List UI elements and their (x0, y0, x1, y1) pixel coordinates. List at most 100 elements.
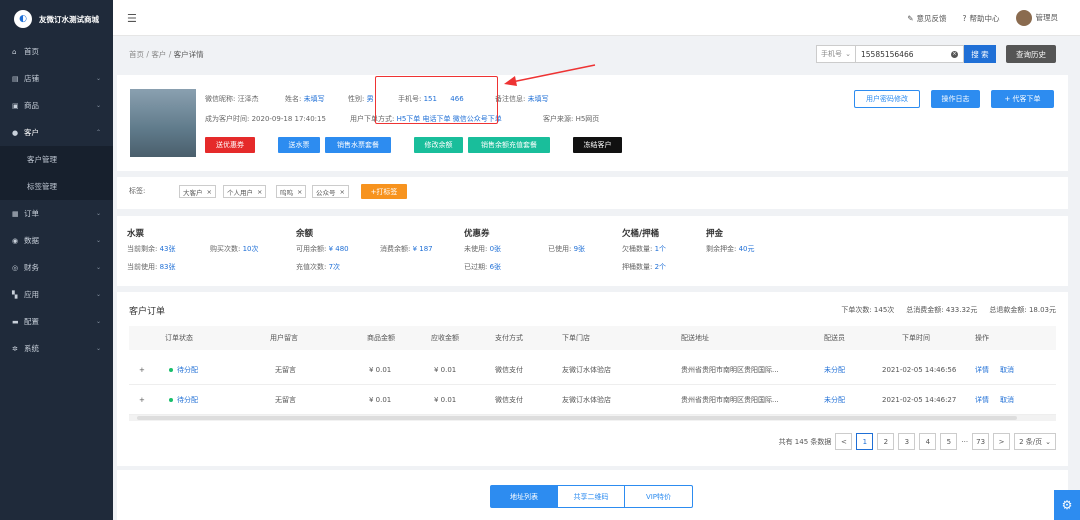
order-detail-link[interactable]: 详情 (975, 355, 989, 384)
breadcrumb: 首页 / 客户 / 客户详情 (129, 49, 204, 60)
sidebar-item-goods[interactable]: ▣ 商品 ⌄ (0, 92, 113, 119)
close-icon[interactable]: × (257, 188, 262, 196)
edit-password-button[interactable]: 用户密码修改 (854, 90, 920, 108)
settings-gear-icon[interactable]: ⚙ (1054, 490, 1080, 520)
sidebar-subitem-customer-manage[interactable]: 客户管理 (0, 146, 113, 173)
expand-icon[interactable]: + (139, 385, 145, 414)
chevron-down-icon: ⌄ (1045, 437, 1051, 446)
order-status: 待分配 (169, 385, 198, 414)
close-icon[interactable]: × (297, 188, 302, 196)
clear-icon[interactable]: × (951, 50, 958, 58)
close-icon[interactable]: × (340, 188, 345, 196)
search-button[interactable]: 搜 索 (964, 45, 996, 63)
sidebar-subitem-tag-manage[interactable]: 标签管理 (0, 173, 113, 200)
pager-last[interactable]: 73 (972, 433, 990, 450)
order-payment: 微信支付 (495, 395, 523, 404)
sidebar-item-label: 订单 (24, 209, 39, 218)
tab-share-qrcode[interactable]: 共享二维码 (558, 486, 625, 507)
breadcrumb-current: 客户详情 (173, 50, 204, 59)
give-coupon-button[interactable]: 送优惠券 (205, 137, 255, 153)
sidebar-item-apps[interactable]: ▚ 应用 ⌄ (0, 281, 113, 308)
sidebar-item-config[interactable]: ▬ 配置 ⌄ (0, 308, 113, 335)
sidebar-item-store[interactable]: ▤ 店铺 ⌄ (0, 65, 113, 92)
tags-label: 标签: (129, 187, 146, 195)
sidebar-item-label: 配置 (24, 317, 39, 326)
stats-card: 水票 当前剩余: 43张 购买次数: 10次 当前使用: 83张 余额 可用余额… (117, 216, 1068, 286)
sidebar-item-system[interactable]: ✲ 系统 ⌄ (0, 335, 113, 362)
balance-recharge: 充值次数: 7次 (296, 263, 341, 271)
breadcrumb-customer[interactable]: 客户 (151, 50, 166, 59)
tag-item[interactable]: 个人用户 × (223, 185, 267, 198)
highlight-box (375, 76, 498, 124)
order-courier[interactable]: 未分配 (824, 385, 845, 414)
breadcrumb-home[interactable]: 首页 (129, 50, 144, 59)
expand-icon[interactable]: + (139, 355, 145, 384)
give-ticket-button[interactable]: 送水票 (278, 137, 320, 153)
sidebar-item-home[interactable]: ⌂ 首页 (0, 38, 113, 65)
order-cancel-link[interactable]: 取消 (1000, 385, 1014, 414)
annotation-arrow (504, 64, 596, 86)
sell-balance-package-button[interactable]: 销售余额充值套餐 (468, 137, 550, 153)
config-icon: ▬ (12, 317, 19, 326)
user-menu[interactable]: 管理员 (1015, 10, 1058, 26)
sidebar-item-finance[interactable]: ◎ 财务 ⌄ (0, 254, 113, 281)
owe-count: 欠桶数量: 1个 (622, 245, 667, 253)
chevron-down-icon: ⌄ (95, 291, 101, 298)
order-cancel-link[interactable]: 取消 (1000, 355, 1014, 384)
search-input[interactable]: 15585156466 × (856, 45, 964, 63)
order-time: 2021-02-05 14:46:27 (882, 395, 957, 404)
help-link[interactable]: ? 帮助中心 (963, 13, 1000, 24)
page-size-select[interactable]: 2 条/页 ⌄ (1014, 433, 1056, 450)
order-due-amount: ¥ 0.01 (434, 365, 457, 374)
topbar: ☰ ✎ 意见反馈 ? 帮助中心 管理员 (113, 0, 1080, 36)
menu-toggle-icon[interactable]: ☰ (127, 12, 137, 25)
sidebar-item-data[interactable]: ◉ 数据 ⌄ (0, 227, 113, 254)
orders-title: 客户订单 (129, 307, 166, 317)
order-detail-link[interactable]: 详情 (975, 385, 989, 414)
coupon-unused: 未使用: 0张 (464, 245, 502, 253)
tag-item[interactable]: 大客户 × (179, 185, 216, 198)
scrollbar-thumb[interactable] (137, 416, 1017, 420)
app-logo[interactable]: ◐ 友微订水测试商城 (0, 0, 113, 38)
goods-icon: ▣ (12, 101, 19, 110)
table-scrollbar[interactable] (129, 415, 1056, 421)
pager-ellipsis: ··· (961, 437, 969, 446)
place-order-button[interactable]: + 代客下单 (991, 90, 1054, 108)
pager-page[interactable]: 4 (919, 433, 937, 450)
ticket-used: 当前使用: 83张 (127, 263, 176, 271)
sidebar-item-customer[interactable]: ● 客户 ⌃ (0, 119, 113, 146)
sidebar-item-label: 首页 (24, 47, 39, 56)
order-courier[interactable]: 未分配 (824, 355, 845, 384)
col-actions: 操作 (975, 334, 989, 342)
tag-item[interactable]: 公众号 × (312, 185, 349, 198)
chevron-up-icon: ⌃ (95, 129, 101, 136)
table-row: + 待分配 无留言 ¥ 0.01 ¥ 0.01 微信支付 友微订水体验店 贵州省… (129, 355, 1056, 385)
freeze-customer-button[interactable]: 冻结客户 (573, 137, 622, 153)
tab-vip-price[interactable]: VIP特价 (625, 486, 692, 507)
operation-log-button[interactable]: 操作日志 (931, 90, 980, 108)
pager-page[interactable]: 3 (898, 433, 916, 450)
pager-prev[interactable]: < (835, 433, 853, 450)
pager-page[interactable]: 1 (856, 433, 874, 450)
sell-ticket-package-button[interactable]: 销售水票套餐 (325, 137, 391, 153)
tab-address-list[interactable]: 地址列表 (491, 486, 558, 507)
tag-item[interactable]: 呜呜 × (276, 185, 307, 198)
total-refund: 总退款金额: 18.03元 (989, 306, 1056, 314)
sidebar-item-order[interactable]: ▦ 订单 ⌄ (0, 200, 113, 227)
pager-page[interactable]: 5 (940, 433, 958, 450)
chevron-down-icon: ⌄ (95, 75, 101, 82)
feedback-link[interactable]: ✎ 意见反馈 (907, 13, 946, 24)
col-courier: 配送员 (824, 334, 845, 342)
col-store: 下单门店 (562, 334, 590, 342)
order-address: 贵州省贵阳市南明区贵阳国际... (681, 395, 779, 404)
sidebar-item-label: 数据 (24, 236, 39, 245)
pager-next[interactable]: > (993, 433, 1011, 450)
search-type-select[interactable]: 手机号 ⌄ (816, 45, 856, 63)
edit-balance-button[interactable]: 修改余额 (414, 137, 463, 153)
close-icon[interactable]: × (207, 188, 212, 196)
chevron-down-icon: ⌄ (95, 345, 101, 352)
pager-page[interactable]: 2 (877, 433, 895, 450)
search-history-button[interactable]: 查询历史 (1006, 45, 1056, 63)
add-tag-button[interactable]: +打标签 (361, 184, 407, 199)
nickname-field: 微信昵称: 汪泽杰 (205, 95, 259, 103)
